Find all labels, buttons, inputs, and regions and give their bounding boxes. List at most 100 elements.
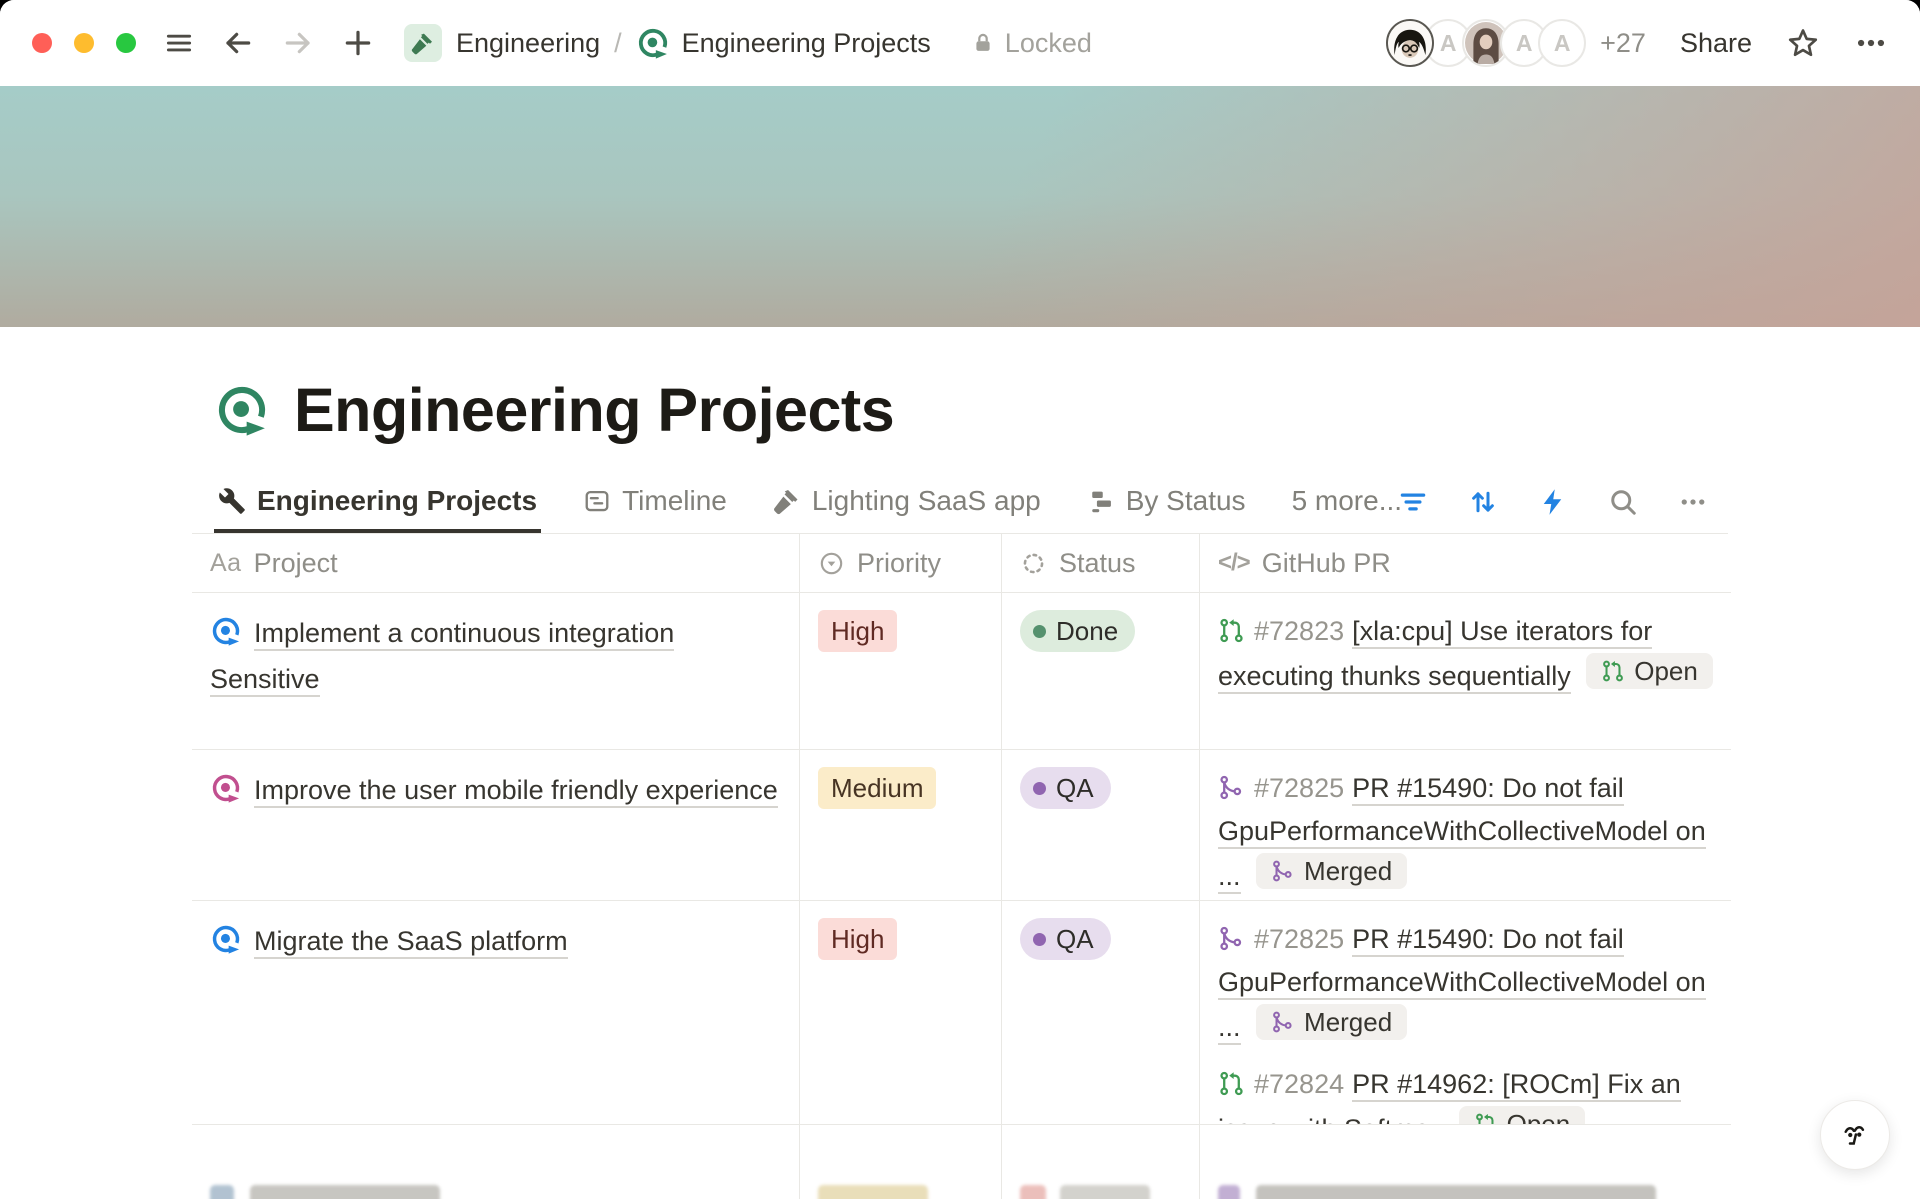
github-pr-cell[interactable] <box>1200 1125 1731 1199</box>
traffic-lights <box>32 33 136 53</box>
status-label: QA <box>1056 775 1094 801</box>
github-pr-cell[interactable]: #72825PR #15490: Do not fail GpuPerforma… <box>1200 750 1731 900</box>
favorite-star-icon[interactable] <box>1786 26 1820 60</box>
status-cell[interactable]: QA <box>1002 750 1200 900</box>
status-dot <box>1033 782 1046 795</box>
github-pr-cell[interactable]: #72823[xla:cpu] Use iterators for execut… <box>1200 593 1731 749</box>
row-cycle-icon <box>210 615 242 647</box>
project-cell[interactable] <box>192 1125 800 1199</box>
table-row: Migrate the SaaS platform High QA #72825… <box>192 901 1731 1125</box>
collaborators-overflow-count[interactable]: +27 <box>1600 28 1646 59</box>
search-icon[interactable] <box>1606 485 1640 519</box>
project-title-link[interactable]: Improve the user mobile friendly experie… <box>254 775 778 808</box>
priority-pill: High <box>818 610 897 652</box>
close-window-button[interactable] <box>32 33 52 53</box>
breadcrumb-teamspace[interactable]: Engineering <box>456 28 600 59</box>
table-row: Improve the user mobile friendly experie… <box>192 750 1731 901</box>
status-pill: QA <box>1020 767 1111 809</box>
minimize-window-button[interactable] <box>74 33 94 53</box>
clipped-text-fragment <box>1256 1185 1656 1199</box>
forward-arrow-icon[interactable] <box>282 27 314 59</box>
git-merge-icon <box>1218 925 1245 952</box>
title-property-icon: Aa <box>210 549 242 578</box>
status-pill: Done <box>1020 610 1135 652</box>
table-header-row: Aa Project Priority Status </> GitHub PR <box>192 534 1731 593</box>
sort-icon[interactable] <box>1466 485 1500 519</box>
more-views-button[interactable]: 5 more... <box>1290 479 1402 533</box>
column-header-github-pr[interactable]: </> GitHub PR <box>1200 534 1731 592</box>
status-cell[interactable]: QA <box>1002 901 1200 1124</box>
table-row-clipped <box>192 1125 1731 1199</box>
status-cell[interactable]: Done <box>1002 593 1200 749</box>
row-cycle-icon <box>210 772 242 804</box>
more-options-icon[interactable] <box>1854 26 1888 60</box>
pr-state-label: Merged <box>1304 1009 1392 1035</box>
tab-lighting-saas-app[interactable]: Lighting SaaS app <box>769 479 1045 533</box>
pr-state-label: Open <box>1507 1111 1571 1124</box>
database-table: Aa Project Priority Status </> GitHub PR <box>192 534 1731 1199</box>
breadcrumb-page[interactable]: Engineering Projects <box>682 28 931 59</box>
tab-by-status[interactable]: By Status <box>1083 479 1250 533</box>
page-cover-image[interactable] <box>0 86 1920 327</box>
priority-pill: High <box>818 918 897 960</box>
priority-cell[interactable]: High <box>800 593 1002 749</box>
wrench-icon <box>218 487 246 515</box>
tab-timeline[interactable]: Timeline <box>579 479 731 533</box>
breadcrumb-separator: / <box>614 28 622 59</box>
tab-label: By Status <box>1126 485 1246 517</box>
clipped-row-icon-fragment <box>210 1185 234 1199</box>
view-options-ellipsis-icon[interactable] <box>1676 485 1710 519</box>
back-arrow-icon[interactable] <box>222 27 254 59</box>
select-property-icon <box>818 550 845 577</box>
pr-state-label: Open <box>1634 658 1698 684</box>
priority-cell[interactable]: Medium <box>800 750 1002 900</box>
pr-number: #72824 <box>1254 1069 1344 1099</box>
pr-number: #72825 <box>1254 924 1344 954</box>
automation-lightning-icon[interactable] <box>1536 485 1570 519</box>
page-title-cycle-icon[interactable] <box>214 382 270 438</box>
project-cell[interactable]: Implement a continuous integration Sensi… <box>192 593 800 749</box>
git-pull-request-open-icon <box>1474 1112 1498 1124</box>
avatar[interactable] <box>1386 19 1434 67</box>
zoom-window-button[interactable] <box>116 33 136 53</box>
share-button[interactable]: Share <box>1680 28 1752 59</box>
pr-state-label: Merged <box>1304 858 1392 884</box>
git-merge-icon <box>1271 859 1295 883</box>
page-title[interactable]: Engineering Projects <box>294 375 894 445</box>
pr-state-badge: Merged <box>1256 853 1407 889</box>
locked-indicator[interactable]: Locked <box>971 28 1092 59</box>
github-pr-cell[interactable]: #72825PR #15490: Do not fail GpuPerforma… <box>1200 901 1731 1124</box>
pr-number: #72825 <box>1254 773 1344 803</box>
priority-cell[interactable]: High <box>800 901 1002 1124</box>
project-cell[interactable]: Improve the user mobile friendly experie… <box>192 750 800 900</box>
clipped-row-text-fragment <box>250 1185 440 1199</box>
new-tab-plus-icon[interactable] <box>342 27 374 59</box>
teamspace-hammer-icon[interactable] <box>404 24 442 62</box>
pr-state-badge: Open <box>1586 653 1713 689</box>
app-window: Engineering / Engineering Projects Locke… <box>0 0 1920 1200</box>
project-cell[interactable]: Migrate the SaaS platform <box>192 901 800 1124</box>
column-header-status[interactable]: Status <box>1002 534 1200 592</box>
collaborator-avatars[interactable]: A A A <box>1386 19 1586 67</box>
tab-label: Engineering Projects <box>257 485 537 517</box>
priority-cell[interactable] <box>800 1125 1002 1199</box>
project-title-link[interactable]: Implement a continuous integration Sensi… <box>210 618 674 697</box>
tab-engineering-projects[interactable]: Engineering Projects <box>214 479 541 533</box>
project-title-link[interactable]: Migrate the SaaS platform <box>254 926 568 959</box>
status-cell[interactable] <box>1002 1125 1200 1199</box>
sidebar-menu-icon[interactable] <box>164 28 194 58</box>
row-cycle-icon <box>210 923 242 955</box>
notion-ai-button[interactable] <box>1820 1100 1890 1170</box>
column-label: GitHub PR <box>1262 548 1391 579</box>
git-merge-icon <box>1271 1010 1295 1034</box>
view-tabs-bar: Engineering Projects Timeline Lighting S… <box>192 479 1728 534</box>
column-label: Project <box>254 548 338 579</box>
column-header-project[interactable]: Aa Project <box>192 534 800 592</box>
status-spinner-icon <box>1020 550 1047 577</box>
avatar[interactable]: A <box>1538 19 1586 67</box>
column-header-priority[interactable]: Priority <box>800 534 1002 592</box>
filter-icon[interactable] <box>1396 485 1430 519</box>
git-merge-icon <box>1218 774 1245 801</box>
code-property-icon: </> <box>1218 549 1250 577</box>
clipped-pill-fragment <box>818 1185 928 1199</box>
